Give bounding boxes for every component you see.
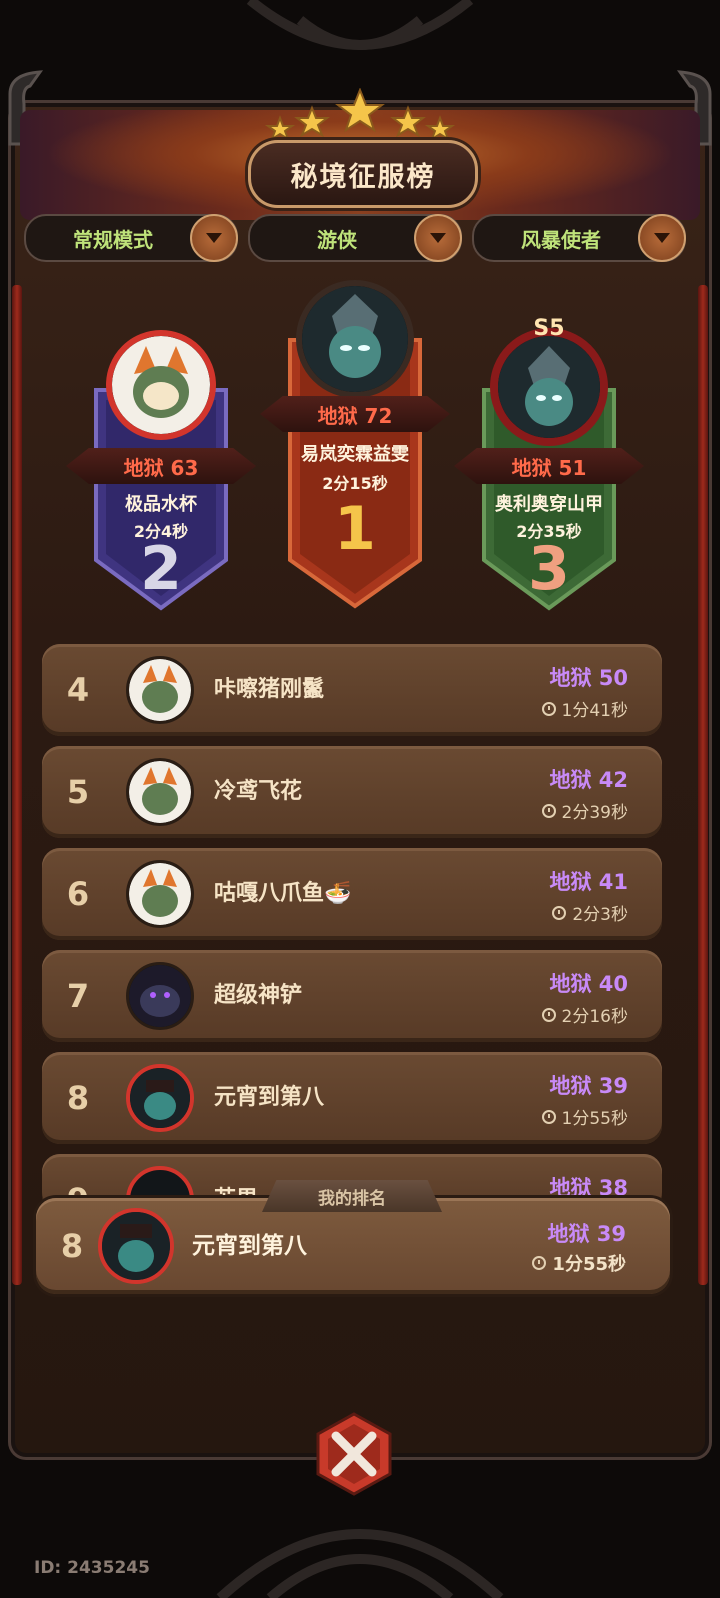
player-name: 奥利奥穿山甲 xyxy=(495,494,603,515)
rank-number: 5 xyxy=(66,773,90,811)
player-name: 超级神铲 xyxy=(214,983,303,1008)
clear-time-text: 2分16秒 xyxy=(561,1007,628,1027)
tab-spec-dropdown[interactable]: 风暴使者 xyxy=(472,214,686,262)
level-ribbon: 地狱 51 xyxy=(454,448,644,484)
clear-time: 1分55秒 xyxy=(541,1104,628,1129)
rank-number: 7 xyxy=(66,977,90,1015)
avatar xyxy=(126,860,194,928)
clear-time-text: 2分39秒 xyxy=(561,803,628,823)
season-badge: S5 xyxy=(533,316,565,341)
level-text: 地狱 72 xyxy=(317,403,393,428)
list-item[interactable]: 4 咔嚓猪刚鬣 地狱 50 1分41秒 xyxy=(42,644,662,736)
page-title: 秘境征服榜 xyxy=(248,140,478,208)
clear-time: 2分3秒 xyxy=(552,900,628,925)
avatar xyxy=(126,962,194,1030)
avatar xyxy=(126,1064,194,1132)
level-text: 地狱 41 xyxy=(549,870,628,894)
level-ribbon: 地狱 72 xyxy=(260,396,450,432)
right-rail xyxy=(698,285,708,1285)
rank-number: 8 xyxy=(66,1079,90,1117)
clock-icon xyxy=(541,1007,556,1022)
rank-number: 1 xyxy=(334,494,376,564)
podium-second[interactable]: 地狱 63 极品水杯 2分4秒 2 xyxy=(66,320,256,612)
clear-time: 2分39秒 xyxy=(541,798,628,823)
clear-time-text: 1分41秒 xyxy=(561,701,628,721)
clock-icon xyxy=(541,803,556,818)
avatar xyxy=(98,1208,174,1284)
page-title-text: 秘境征服榜 xyxy=(290,161,436,193)
user-id: ID: 2435245 xyxy=(34,1558,150,1578)
list-item[interactable]: 7 超级神铲 地狱 40 2分16秒 xyxy=(42,950,662,1042)
player-name: 咕嘎八爪鱼🍜 xyxy=(214,881,352,906)
level-text: 地狱 40 xyxy=(549,972,628,996)
rank-number: 8 xyxy=(60,1227,84,1265)
tab-mode-dropdown[interactable]: 常规模式 xyxy=(24,214,238,262)
chevron-down-icon[interactable] xyxy=(414,214,462,262)
clear-time: 1分41秒 xyxy=(541,696,628,721)
chevron-down-icon[interactable] xyxy=(638,214,686,262)
list-item[interactable]: 8 元宵到第八 地狱 39 1分55秒 xyxy=(42,1052,662,1144)
clock-icon xyxy=(541,701,556,716)
level-text: 地狱 39 xyxy=(549,1074,628,1098)
level-text: 地狱 42 xyxy=(549,768,628,792)
avatar xyxy=(490,328,608,446)
clear-time: 2分15秒 xyxy=(322,474,388,493)
rank-number: 2 xyxy=(140,534,182,604)
rank-number: 4 xyxy=(66,671,90,709)
player-name: 元宵到第八 xyxy=(214,1085,325,1110)
list-item[interactable]: 6 咕嘎八爪鱼🍜 地狱 41 2分3秒 xyxy=(42,848,662,940)
avatar xyxy=(296,280,414,398)
clock-icon xyxy=(532,1256,547,1270)
level-text: 地狱 63 xyxy=(123,455,199,480)
star-rating-icon xyxy=(264,88,456,140)
podium-first[interactable]: 地狱 72 易岚奕霖益雯 2分15秒 1 xyxy=(260,280,450,610)
clear-time: 1分55秒 xyxy=(532,1250,626,1276)
player-name: 冷鸢飞花 xyxy=(214,779,303,804)
left-rail xyxy=(12,285,22,1285)
close-button[interactable] xyxy=(312,1412,396,1496)
player-name: 极品水杯 xyxy=(125,494,197,515)
avatar xyxy=(126,758,194,826)
tab-class-dropdown[interactable]: 游侠 xyxy=(248,214,462,262)
player-name: 易岚奕霖益雯 xyxy=(301,444,409,465)
avatar xyxy=(126,656,194,724)
my-rank-label: 我的排名 xyxy=(262,1180,442,1212)
clock-icon xyxy=(552,905,567,920)
level-ribbon: 地狱 63 xyxy=(66,448,256,484)
list-item[interactable]: 5 冷鸢飞花 地狱 42 2分39秒 xyxy=(42,746,662,838)
player-name: 元宵到第八 xyxy=(192,1233,307,1259)
clear-time-text: 2分3秒 xyxy=(572,905,628,925)
clear-time-text: 1分55秒 xyxy=(552,1254,626,1275)
chevron-down-icon[interactable] xyxy=(190,214,238,262)
rank-number: 3 xyxy=(528,534,570,604)
player-name: 咔嚓猪刚鬣 xyxy=(214,677,325,702)
my-rank-card[interactable]: 8 元宵到第八 地狱 39 1分55秒 xyxy=(36,1198,670,1294)
level-text: 地狱 50 xyxy=(549,666,628,690)
rank-number: 6 xyxy=(66,875,90,913)
level-text: 地狱 39 xyxy=(547,1222,626,1246)
level-text: 地狱 51 xyxy=(511,455,587,480)
podium-third[interactable]: S5 地狱 51 奥利奥穿山甲 2分35秒 3 xyxy=(454,316,644,612)
clock-icon xyxy=(541,1109,556,1124)
clear-time-text: 1分55秒 xyxy=(561,1109,628,1129)
avatar xyxy=(106,330,216,440)
clear-time: 2分16秒 xyxy=(541,1002,628,1027)
